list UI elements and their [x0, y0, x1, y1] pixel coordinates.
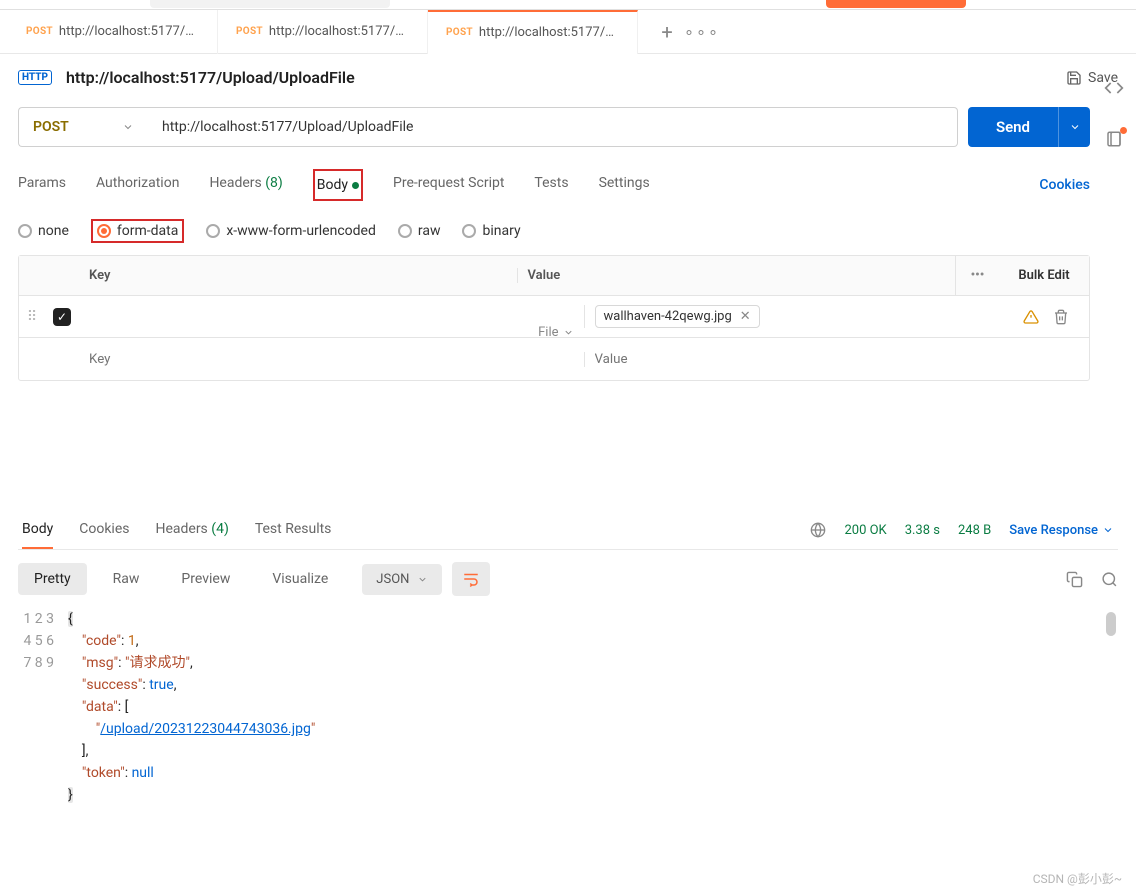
- body-type-xwww[interactable]: x-www-form-urlencoded: [206, 223, 376, 239]
- response-tab-test-results[interactable]: Test Results: [255, 511, 332, 549]
- http-icon: HTTP: [18, 70, 52, 85]
- top-search-bar[interactable]: [150, 0, 390, 8]
- send-dropdown[interactable]: [1058, 107, 1090, 147]
- view-preview[interactable]: Preview: [165, 563, 246, 595]
- save-button[interactable]: Save: [1066, 70, 1118, 86]
- warning-icon[interactable]: [1023, 309, 1039, 325]
- key-type-select[interactable]: File: [538, 325, 573, 340]
- tab-authorization[interactable]: Authorization: [96, 169, 179, 201]
- method-value: POST: [33, 119, 69, 135]
- save-label: Save: [1088, 70, 1118, 86]
- column-options-button[interactable]: •••: [955, 256, 999, 295]
- key-column-header: Key: [79, 268, 517, 283]
- file-name: wallhaven-42qewg.jpg: [604, 309, 732, 324]
- bulk-edit-button[interactable]: Bulk Edit: [999, 268, 1089, 283]
- response-status: 200 OK: [844, 523, 886, 538]
- response-tab-cookies[interactable]: Cookies: [79, 511, 129, 549]
- watermark: CSDN @彭小彭~: [1033, 870, 1122, 887]
- body-type-binary[interactable]: binary: [462, 223, 520, 239]
- tab-title: http://localhost:5177/Up: [479, 25, 619, 40]
- tab-method: POST: [446, 27, 473, 38]
- copy-response-icon[interactable]: [1066, 571, 1083, 588]
- chevron-down-icon: [122, 121, 134, 133]
- key-input[interactable]: [89, 352, 574, 367]
- table-row-empty: [19, 338, 1089, 380]
- method-select[interactable]: POST: [18, 107, 148, 147]
- tab-headers[interactable]: Headers (8): [209, 169, 282, 201]
- form-data-table: Key Value ••• Bulk Edit ⠿ ✓ File wallhav…: [18, 255, 1090, 381]
- request-tab-0[interactable]: POST http://localhost:5177/Up: [8, 10, 218, 54]
- cookies-link[interactable]: Cookies: [1039, 177, 1090, 193]
- network-icon[interactable]: [810, 522, 826, 538]
- radio-icon: [97, 224, 111, 238]
- new-tab-button[interactable]: +: [650, 20, 684, 44]
- remove-file-icon[interactable]: ✕: [740, 309, 751, 324]
- value-column-header: Value: [517, 268, 956, 283]
- tab-settings[interactable]: Settings: [599, 169, 650, 201]
- send-button[interactable]: Send: [968, 107, 1058, 147]
- view-pretty[interactable]: Pretty: [18, 563, 87, 595]
- chevron-down-icon: [563, 327, 574, 338]
- chevron-down-icon: [417, 574, 428, 585]
- key-input[interactable]: [89, 310, 428, 325]
- drag-handle-icon[interactable]: ⠿: [19, 309, 45, 325]
- chevron-down-icon: [1069, 121, 1081, 133]
- tab-method: POST: [236, 26, 263, 37]
- tab-params[interactable]: Params: [18, 169, 66, 201]
- request-tabs-bar: POST http://localhost:5177/Up POST http:…: [0, 10, 1136, 54]
- radio-icon: [398, 224, 412, 238]
- file-chip[interactable]: wallhaven-42qewg.jpg ✕: [595, 305, 760, 328]
- view-visualize[interactable]: Visualize: [256, 563, 344, 595]
- search-response-icon[interactable]: [1101, 571, 1118, 588]
- tab-overflow-button[interactable]: ∘∘∘: [684, 22, 718, 41]
- request-title: http://localhost:5177/Upload/UploadFile: [66, 68, 355, 87]
- value-input[interactable]: [595, 352, 1080, 367]
- row-checkbox[interactable]: ✓: [53, 308, 71, 326]
- save-response-button[interactable]: Save Response: [1009, 523, 1114, 538]
- view-raw[interactable]: Raw: [97, 563, 156, 595]
- radio-icon: [18, 224, 32, 238]
- line-wrap-button[interactable]: [452, 562, 490, 596]
- request-tab-2[interactable]: POST http://localhost:5177/Up: [428, 10, 638, 54]
- body-type-raw[interactable]: raw: [398, 223, 441, 239]
- format-select[interactable]: JSON: [362, 564, 442, 595]
- tab-tests[interactable]: Tests: [534, 169, 568, 201]
- body-type-form-data[interactable]: form-data: [97, 223, 178, 239]
- tab-title: http://localhost:5177/up: [269, 24, 409, 39]
- url-input[interactable]: [148, 107, 958, 147]
- radio-icon: [206, 224, 220, 238]
- tab-prerequest[interactable]: Pre-request Script: [393, 169, 504, 201]
- tab-method: POST: [26, 26, 53, 37]
- request-tab-1[interactable]: POST http://localhost:5177/up: [218, 10, 428, 54]
- response-size: 248 B: [958, 523, 991, 538]
- response-tab-body[interactable]: Body: [22, 511, 53, 549]
- response-tab-headers[interactable]: Headers (4): [155, 511, 228, 549]
- chevron-down-icon: [1102, 524, 1114, 536]
- body-modified-dot: [352, 182, 359, 189]
- tab-body[interactable]: Body: [317, 171, 359, 199]
- scrollbar[interactable]: [1106, 612, 1116, 636]
- body-type-none[interactable]: none: [18, 223, 69, 239]
- delete-row-icon[interactable]: [1053, 309, 1069, 325]
- table-row: ⠿ ✓ File wallhaven-42qewg.jpg ✕: [19, 296, 1089, 338]
- line-gutter: 1 2 3 4 5 6 7 8 9: [18, 608, 68, 806]
- tab-title: http://localhost:5177/Up: [59, 24, 199, 39]
- radio-icon: [462, 224, 476, 238]
- upgrade-button[interactable]: [826, 0, 966, 8]
- response-body-viewer[interactable]: 1 2 3 4 5 6 7 8 9 { "code": 1, "msg": "请…: [18, 608, 1118, 806]
- response-time: 3.38 s: [905, 523, 940, 538]
